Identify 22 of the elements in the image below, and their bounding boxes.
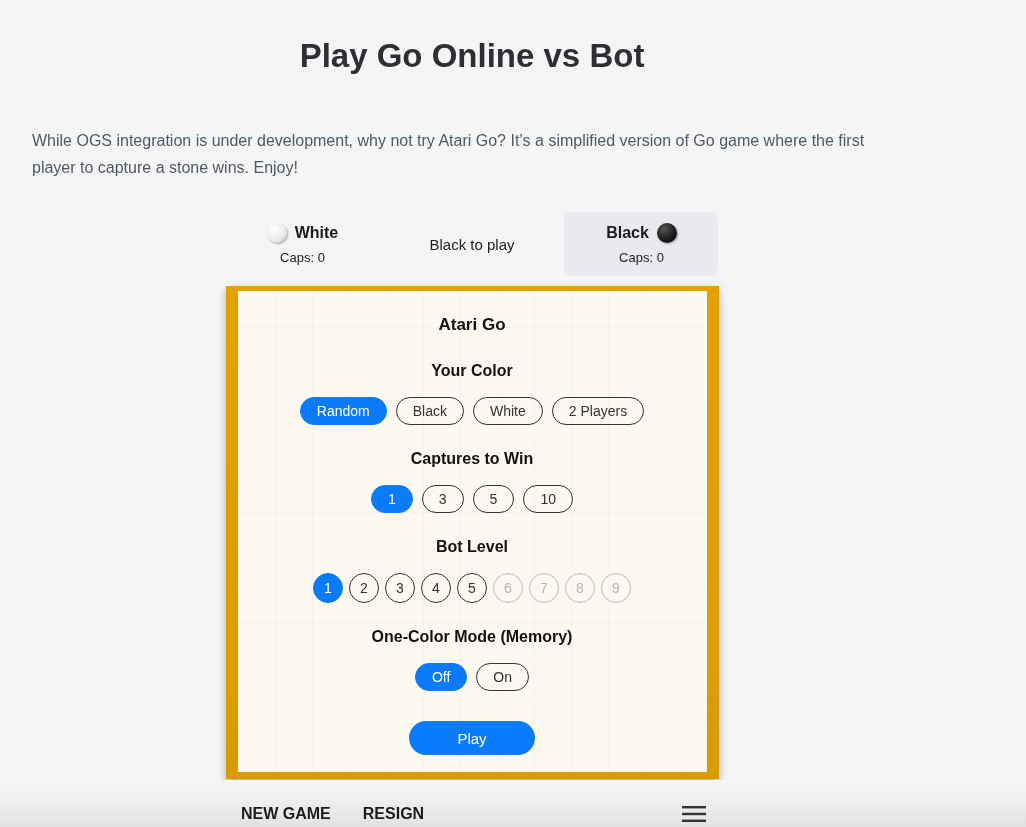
- player-name: Black: [606, 223, 649, 243]
- setting-label: One-Color Mode (Memory): [371, 627, 573, 647]
- captures-count: Caps: 0: [619, 250, 664, 266]
- intro-paragraph: While OGS integration is under development, why not try Atari Go? It’s a simplified version of Go game where the first player to capture a stone wins. Enjoy!: [32, 131, 866, 178]
- panel-title: Atari Go: [438, 315, 506, 335]
- stone-icon: [266, 223, 287, 243]
- player-name: White: [294, 223, 339, 243]
- captures-count: Caps: 0: [280, 250, 325, 266]
- setting-label: Bot Level: [436, 537, 508, 557]
- turn-status: Black to play: [429, 236, 515, 254]
- option-button[interactable]: 1: [313, 573, 343, 603]
- page-title: Play Go Online vs Bot: [298, 37, 646, 75]
- action-button[interactable]: RESIGN: [362, 806, 425, 822]
- action-button[interactable]: NEW GAME: [241, 806, 331, 822]
- setting-label: Captures to Win: [410, 449, 534, 469]
- option-button[interactable]: Off: [414, 663, 468, 691]
- option-button[interactable]: Random: [299, 397, 387, 425]
- play-button[interactable]: Play: [409, 721, 535, 755]
- option-button[interactable]: 1: [371, 485, 413, 513]
- setting-label: Your Color: [431, 361, 513, 381]
- stone-icon: [656, 223, 677, 243]
- menu-icon[interactable]: [682, 806, 706, 822]
